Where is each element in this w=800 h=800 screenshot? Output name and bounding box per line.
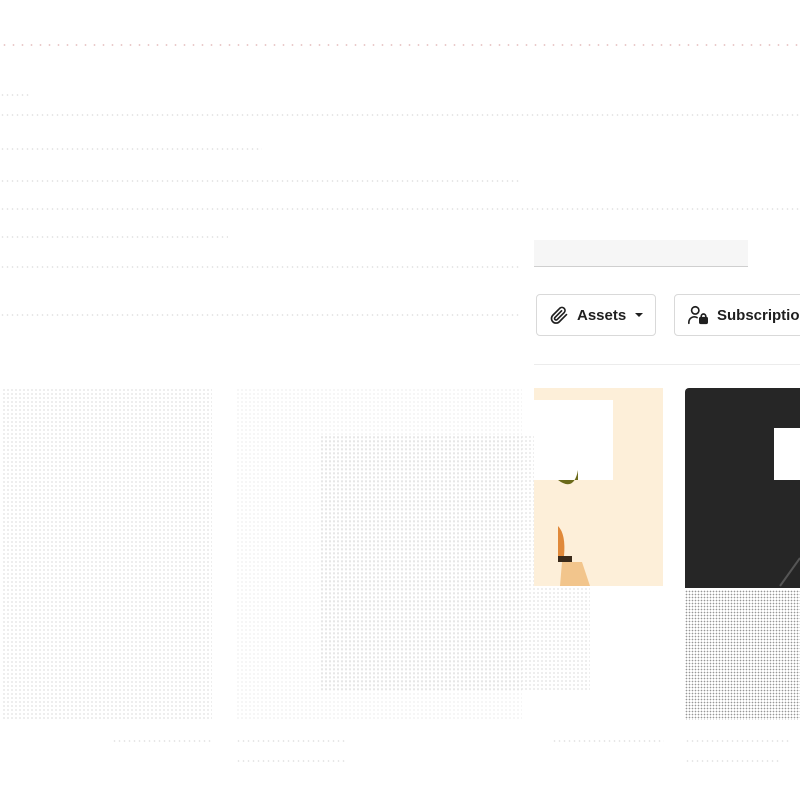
subscriptions-filter-label: Subscriptio (717, 306, 800, 324)
divider (534, 364, 800, 365)
asset-card-thumbnail[interactable] (534, 388, 663, 586)
illustration-fragment (558, 470, 590, 586)
ghost-caption (236, 738, 346, 744)
ghost-caption (685, 758, 780, 764)
ghost-tile (685, 590, 800, 720)
ghost-text-row (0, 178, 520, 184)
ghost-text-row (0, 234, 228, 240)
ghost-caption (112, 738, 212, 744)
ghost-text-row (0, 42, 800, 48)
search-input[interactable] (534, 240, 748, 267)
assets-filter-button[interactable]: Assets (536, 294, 656, 336)
ghost-text-row (0, 92, 30, 98)
ghost-caption (552, 738, 664, 744)
ghost-text-row (0, 264, 520, 270)
asset-card-thumbnail[interactable] (685, 388, 800, 588)
ghost-text-row (0, 312, 520, 318)
ghost-text-row (0, 112, 800, 118)
ghost-text-row (0, 206, 800, 212)
caret-down-icon (634, 310, 644, 320)
ghost-caption (685, 738, 790, 744)
ghost-text-row (0, 146, 262, 152)
ghost-caption (236, 758, 346, 764)
subscriptions-filter-button[interactable]: Subscriptio (674, 294, 800, 336)
assets-filter-label: Assets (577, 306, 627, 324)
illustration-fragment (779, 557, 800, 587)
user-lock-icon (687, 304, 709, 326)
paperclip-icon (549, 305, 569, 325)
ghost-tile (2, 388, 212, 720)
